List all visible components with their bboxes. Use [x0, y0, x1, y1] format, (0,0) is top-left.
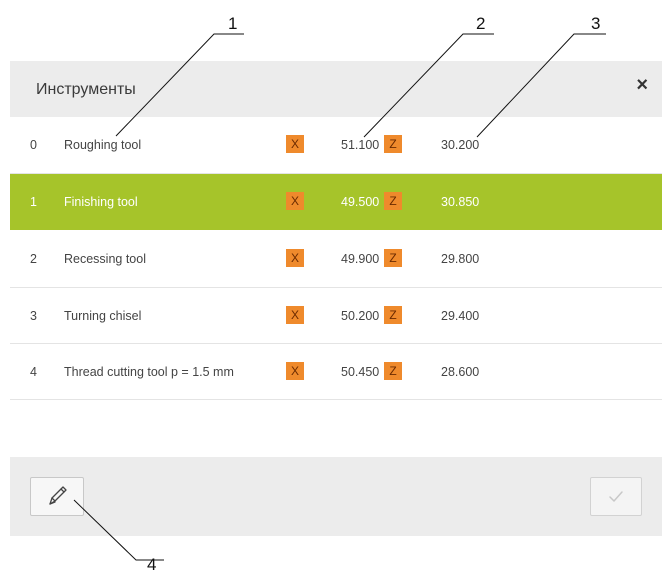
dialog-header: Инструменты × [10, 61, 662, 117]
callout-1: 1 [228, 14, 238, 33]
row-divider [10, 399, 662, 400]
x-value: 49.900 [341, 252, 380, 266]
tool-index: 4 [30, 365, 37, 379]
tool-row-3[interactable]: 3 Turning chisel X 50.200 Z 29.400 [10, 288, 662, 344]
confirm-button[interactable] [590, 477, 642, 516]
x-value: 51.100 [341, 138, 380, 152]
z-axis-badge: Z [384, 192, 402, 210]
x-value: 50.200 [341, 309, 380, 323]
dialog-title: Инструменты [36, 81, 136, 98]
tool-row-1[interactable]: 1 Finishing tool X 49.500 Z 30.850 [10, 174, 662, 230]
z-value: 30.200 [441, 138, 480, 152]
tool-name: Roughing tool [64, 138, 142, 152]
tool-row-0[interactable]: 0 Roughing tool X 51.100 Z 30.200 [10, 117, 662, 173]
tool-name: Thread cutting tool p = 1.5 mm [64, 365, 234, 379]
z-value: 29.800 [441, 252, 480, 266]
tool-name: Finishing tool [64, 195, 138, 209]
z-value: 30.850 [441, 195, 480, 209]
tool-index: 0 [30, 138, 37, 152]
tool-row-4[interactable]: 4 Thread cutting tool p = 1.5 mm X 50.45… [10, 344, 662, 400]
tool-index: 1 [30, 195, 37, 209]
edit-button[interactable] [30, 477, 84, 516]
x-axis-badge: X [286, 249, 304, 267]
z-axis-badge: Z [384, 362, 402, 380]
z-axis-badge: Z [384, 306, 402, 324]
z-axis-badge: Z [384, 135, 402, 153]
tool-index: 2 [30, 252, 37, 266]
x-axis-badge: X [286, 192, 304, 210]
x-axis-badge: X [286, 362, 304, 380]
tool-name: Recessing tool [64, 252, 146, 266]
dialog-footer [10, 457, 662, 536]
callout-3: 3 [591, 14, 601, 33]
callout-2: 2 [476, 14, 486, 33]
z-value: 29.400 [441, 309, 480, 323]
z-axis-badge: Z [384, 249, 402, 267]
x-axis-badge: X [286, 135, 304, 153]
z-value: 28.600 [441, 365, 480, 379]
tool-name: Turning chisel [64, 309, 142, 323]
x-axis-badge: X [286, 306, 304, 324]
x-value: 49.500 [341, 195, 380, 209]
pencil-icon [49, 486, 67, 505]
tool-index: 3 [30, 309, 37, 323]
x-value: 50.450 [341, 365, 380, 379]
tool-row-2[interactable]: 2 Recessing tool X 49.900 Z 29.800 [10, 231, 662, 287]
checkmark-icon [609, 491, 623, 502]
callout-4: 4 [147, 555, 157, 574]
close-icon[interactable]: × [636, 75, 648, 95]
